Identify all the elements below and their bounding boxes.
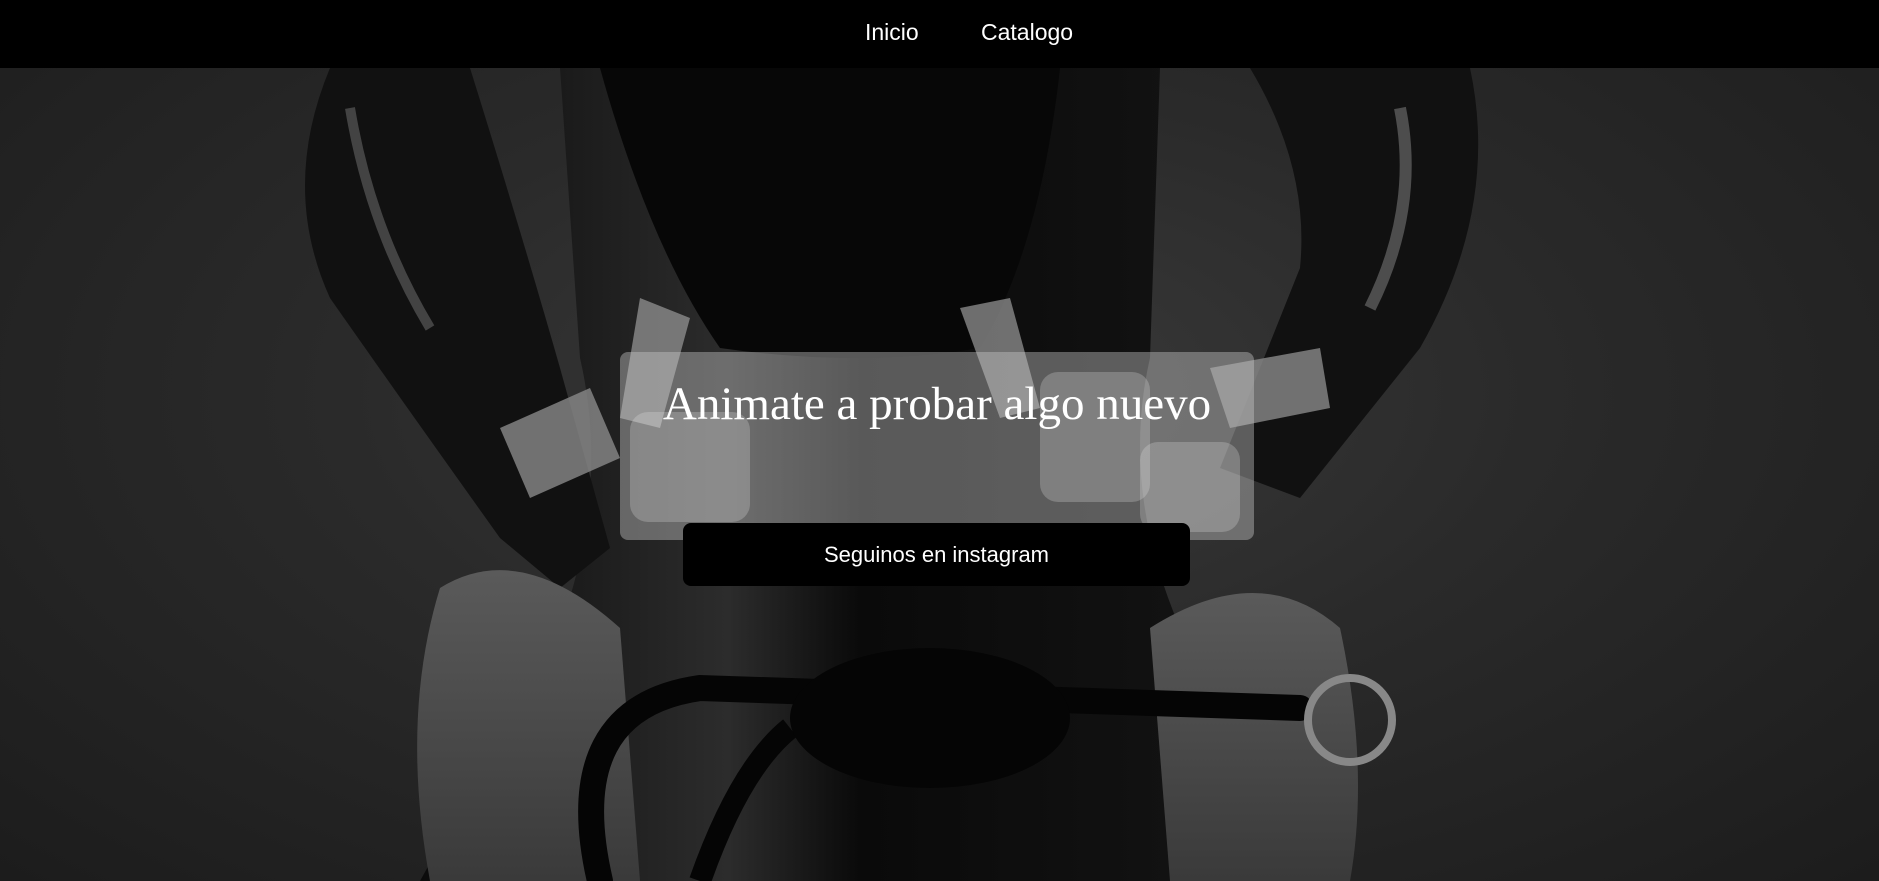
- headline-card: Animate a probar algo nuevo: [620, 352, 1254, 540]
- nav-link-inicio[interactable]: Inicio: [865, 17, 919, 47]
- top-navigation: Inicio Catalogo: [0, 0, 1879, 68]
- nav-link-catalogo[interactable]: Catalogo: [981, 17, 1073, 47]
- hero-headline: Animate a probar algo nuevo: [662, 378, 1212, 430]
- instagram-follow-button[interactable]: Seguinos en instagram: [683, 523, 1190, 586]
